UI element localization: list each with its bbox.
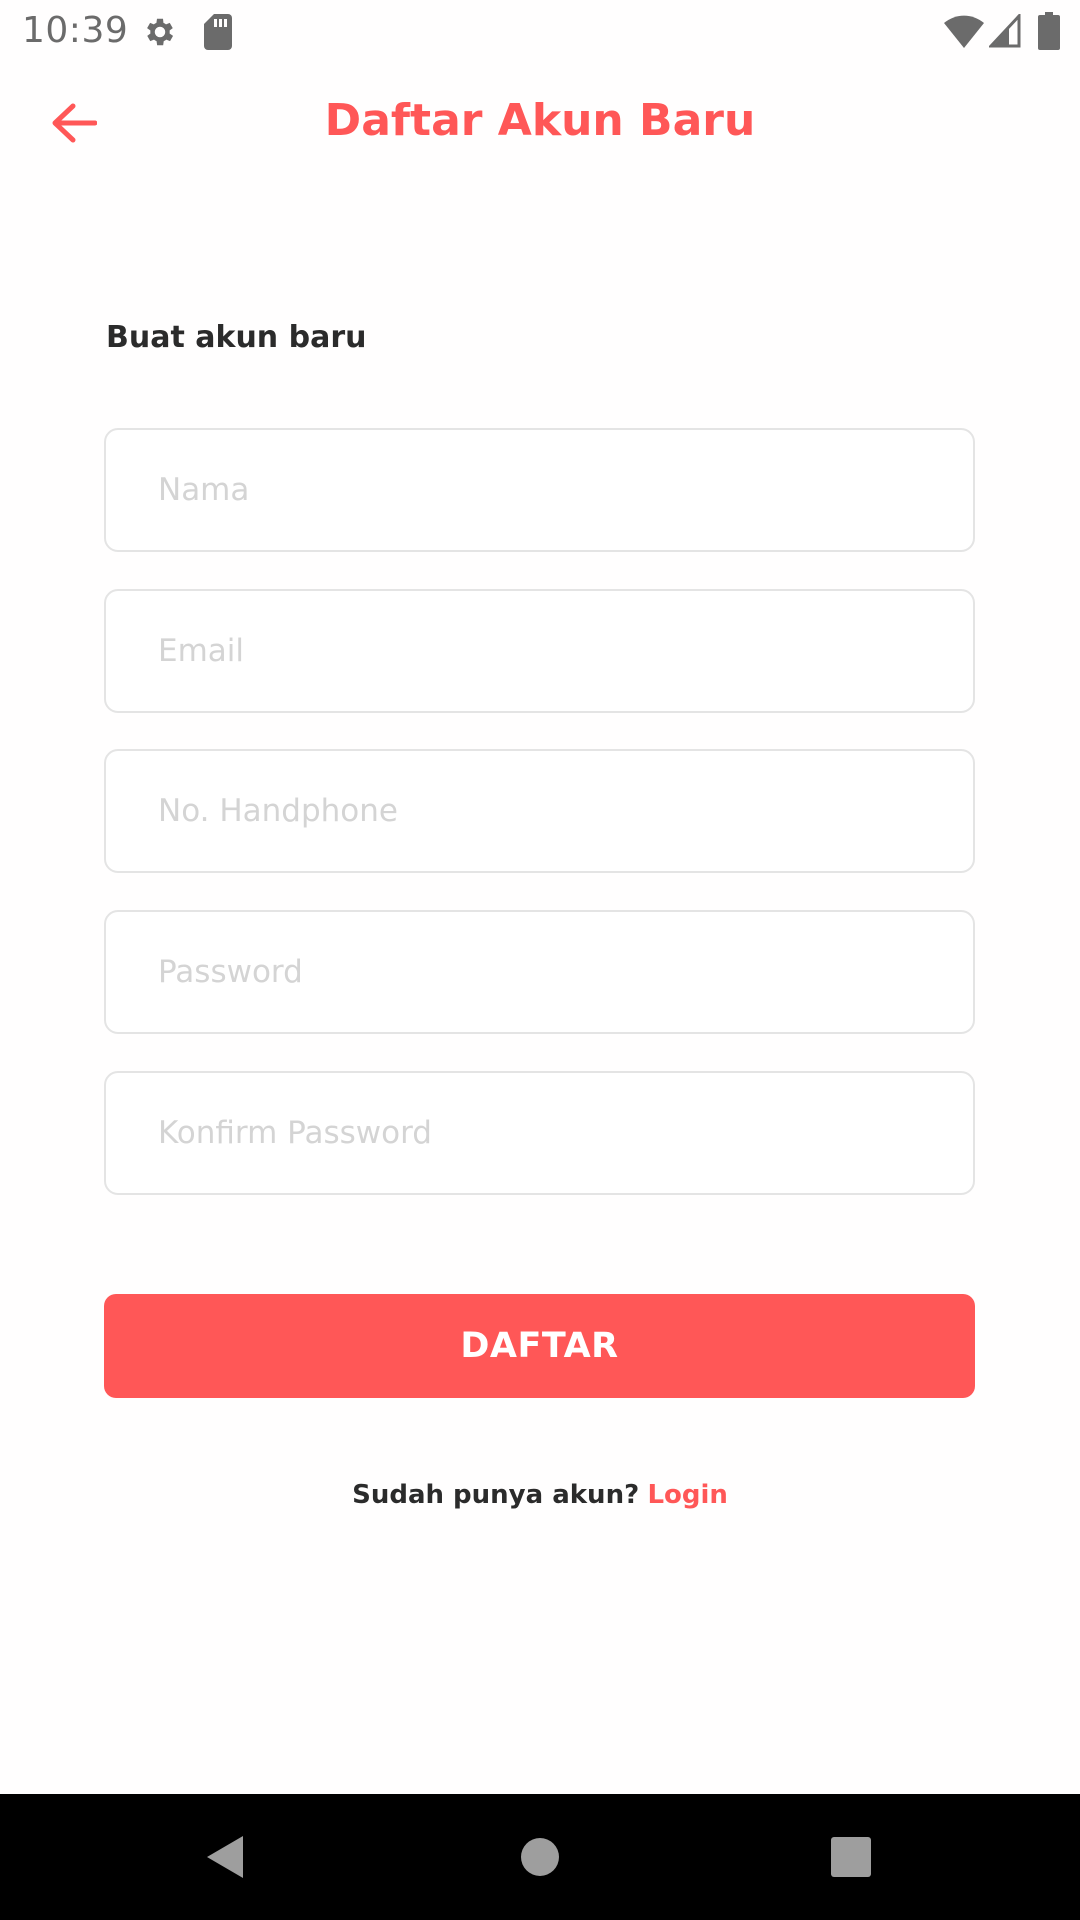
- phone-input[interactable]: [106, 751, 973, 871]
- system-nav-bar: [0, 1794, 1080, 1920]
- register-screen: 10:39 Daftar Akun Baru Buat akun baru Na…: [0, 0, 1080, 1920]
- home-circle-icon[interactable]: [520, 1837, 560, 1877]
- signal-icon: [989, 14, 1021, 48]
- password-input[interactable]: [106, 912, 973, 1032]
- login-prompt-text: Sudah punya akun?: [352, 1480, 640, 1510]
- recents-square-icon[interactable]: [831, 1837, 871, 1877]
- form-heading: Buat akun baru: [106, 320, 367, 355]
- login-prompt-line: Sudah punya akun? Login: [0, 1480, 1080, 1510]
- name-input[interactable]: [106, 430, 973, 550]
- gear-icon: [142, 14, 178, 50]
- status-bar: 10:39: [0, 0, 1080, 63]
- email-input[interactable]: [106, 591, 973, 711]
- name-field[interactable]: [104, 428, 975, 552]
- status-time: 10:39: [22, 10, 129, 51]
- wifi-icon: [944, 14, 984, 48]
- confirm-password-input[interactable]: [106, 1073, 973, 1193]
- password-field[interactable]: [104, 910, 975, 1034]
- back-triangle-icon[interactable]: [205, 1834, 245, 1880]
- confirm-password-field[interactable]: [104, 1071, 975, 1195]
- phone-field[interactable]: [104, 749, 975, 873]
- email-field[interactable]: [104, 589, 975, 713]
- battery-icon: [1038, 12, 1060, 50]
- sd-card-icon: [204, 14, 232, 50]
- register-button[interactable]: DAFTAR: [104, 1294, 975, 1398]
- login-link[interactable]: Login: [647, 1480, 727, 1510]
- app-bar: Daftar Akun Baru: [0, 63, 1080, 179]
- page-title: Daftar Akun Baru: [324, 95, 756, 146]
